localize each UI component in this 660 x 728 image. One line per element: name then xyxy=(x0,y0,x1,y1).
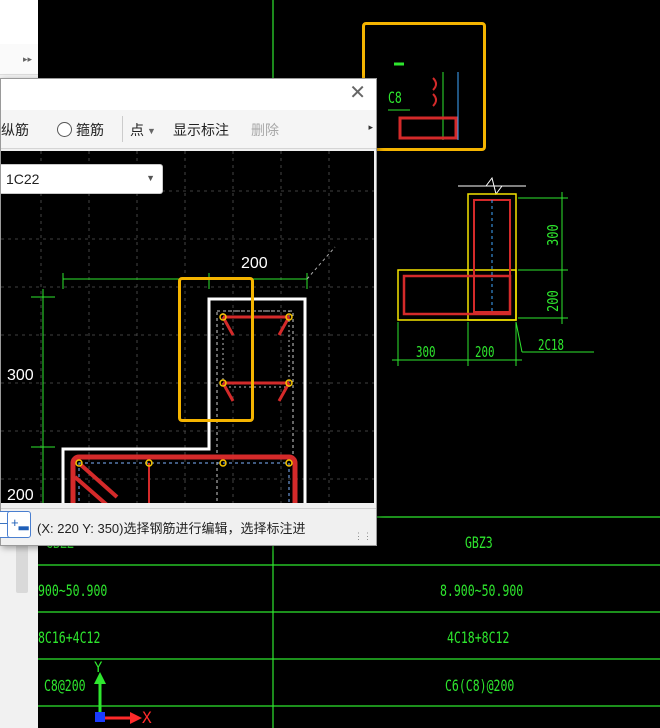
dim-200-bottom: 200 xyxy=(475,343,495,361)
table-cell-left-2: 8C16+4C12 xyxy=(38,628,101,647)
left-panel-row[interactable]: ▸▸ xyxy=(0,44,38,75)
add-annotation-button[interactable]: +▂ xyxy=(7,511,31,538)
delete-button[interactable]: 删除 xyxy=(251,120,279,140)
stirrup-radio[interactable]: 箍筋 xyxy=(57,120,104,140)
point-dropdown[interactable]: 点 ▼ xyxy=(130,120,156,140)
dialog-toolbar: 纵筋 箍筋 点 ▼ 显示标注 删除 ▸ xyxy=(1,110,376,149)
chevron-down-icon: ▼ xyxy=(146,173,155,183)
ucs-y-label: Y xyxy=(94,660,103,676)
left-panel-scrollbar[interactable] xyxy=(16,545,28,593)
close-icon[interactable]: ✕ xyxy=(349,82,366,104)
table-cell-left-1: 900~50.900 xyxy=(38,581,108,600)
table-cell-right-2: 4C18+8C12 xyxy=(447,628,510,647)
highlight-box-column xyxy=(178,277,254,422)
rebar-edit-dialog: ✕ 纵筋 箍筋 点 ▼ 显示标注 删除 ▸ 200 300 200 1C22 ▼… xyxy=(0,78,377,546)
longitudinal-rebar-label: 纵筋 xyxy=(1,122,29,138)
point-dropdown-label: 点 xyxy=(130,122,144,138)
more-arrow-icon[interactable]: ▸ xyxy=(368,122,373,133)
dim-300-vertical: 300 xyxy=(544,224,562,246)
dialog-statusbar: — +▂ (X: 220 Y: 350)选择钢筋进行编辑，选择标注进 ⋮⋮ xyxy=(0,508,376,545)
section-edit-canvas[interactable]: 200 300 200 xyxy=(1,151,374,505)
table-cell-right-3: C6(C8)@200 xyxy=(445,676,515,695)
status-text: (X: 220 Y: 350)选择钢筋进行编辑，选择标注进 xyxy=(37,521,306,536)
table-cell-right-0: GBZ3 xyxy=(465,533,493,552)
table-cell-right-1: 8.900~50.900 xyxy=(440,581,524,600)
rebar-callout: 2C18 xyxy=(538,336,565,354)
rebar-spec-select[interactable]: 1C22 ▼ xyxy=(1,164,163,194)
rebar-spec-value: 1C22 xyxy=(6,171,40,187)
add-dimension-icon: +▂ xyxy=(11,515,29,530)
dim-upper-height[interactable]: 300 xyxy=(7,367,34,385)
dim-top-width[interactable]: 200 xyxy=(241,255,268,273)
dialog-titlebar[interactable]: ✕ xyxy=(1,79,376,110)
dim-300-bottom: 300 xyxy=(416,343,436,361)
radio-icon xyxy=(57,122,72,137)
dim-200-vertical: 200 xyxy=(544,290,562,312)
resize-grip-icon[interactable]: ⋮⋮ xyxy=(354,531,372,542)
longitudinal-rebar-option[interactable]: 纵筋 xyxy=(1,120,29,140)
chevron-down-icon: ▼ xyxy=(147,126,156,136)
dim-lower-height[interactable]: 200 xyxy=(7,487,34,505)
ucs-axes xyxy=(94,672,142,724)
highlight-box-detail xyxy=(362,22,486,151)
show-annotation-button[interactable]: 显示标注 xyxy=(173,120,229,140)
stirrup-label: 箍筋 xyxy=(76,122,104,138)
table-cell-left-3: C8@200 xyxy=(44,676,86,695)
toolbar-separator xyxy=(122,116,123,142)
expand-arrows-icon[interactable]: ▸▸ xyxy=(23,54,32,65)
left-panel-header xyxy=(0,0,38,45)
ucs-x-label: X xyxy=(142,708,152,727)
